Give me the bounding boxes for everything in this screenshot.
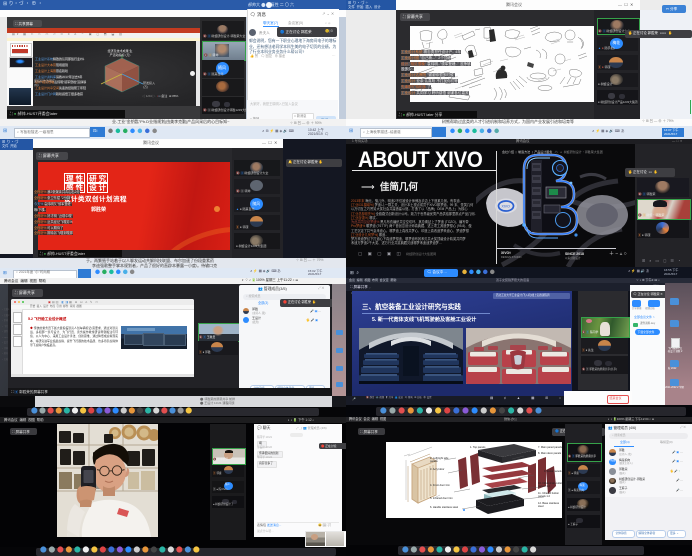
svg-text:8. Main deco panels: 8. Main deco panels (538, 451, 562, 455)
svg-text:XIVO: XIVO (502, 205, 511, 209)
svg-text:7. Main panel panels: 7. Main panel panels (538, 445, 562, 449)
svg-text:6. Handle stainless steel: 6. Handle stainless steel (430, 505, 459, 509)
svg-text:panels 1.2: panels 1.2 (538, 484, 551, 488)
svg-text:1. Top panels: 1. Top panels (470, 445, 486, 449)
svg-text:5. Infrared door trim: 5. Infrared door trim (430, 496, 453, 500)
svg-text:9. Focal panels: 9. Focal panels (544, 469, 562, 473)
svg-text:steel: steel (538, 504, 544, 508)
svg-text:4. Front door trim: 4. Front door trim (430, 483, 450, 487)
svg-text:3. Acryl door: 3. Acryl door (430, 467, 445, 471)
svg-text:panels 1.2: panels 1.2 (538, 494, 551, 498)
svg-text:panels: panels (430, 459, 438, 463)
